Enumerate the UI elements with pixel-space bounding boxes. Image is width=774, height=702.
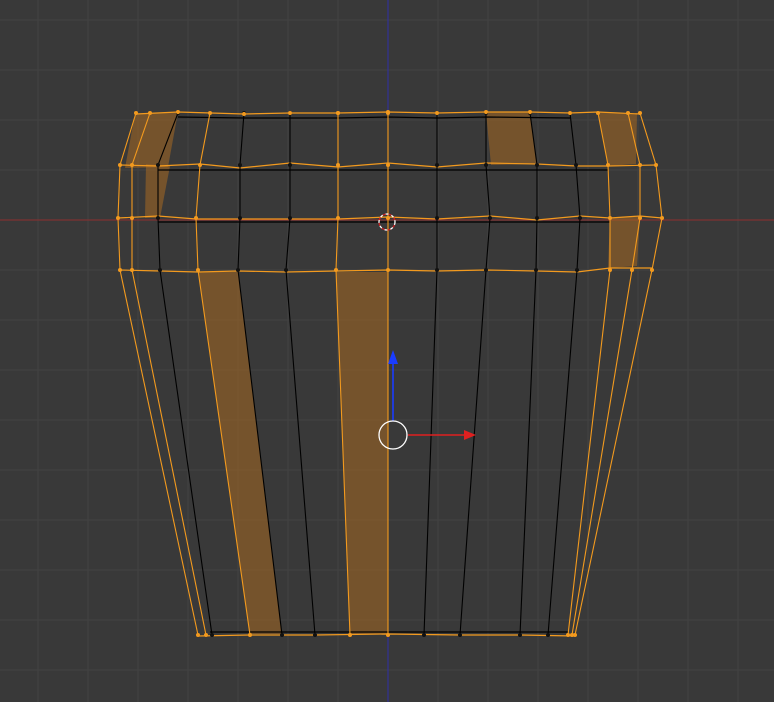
mesh-edge[interactable] (157, 112, 213, 636)
mesh-vertex[interactable] (435, 163, 439, 167)
mesh-vertex[interactable] (196, 633, 200, 637)
selected-face[interactable] (336, 272, 388, 634)
mesh-vertex[interactable] (566, 633, 570, 637)
mesh-vertex[interactable] (288, 111, 292, 115)
selected-faces[interactable] (125, 112, 640, 634)
mesh-edge[interactable] (131, 112, 207, 636)
mesh-edge[interactable] (423, 113, 438, 636)
mesh-vertex[interactable] (638, 216, 642, 220)
mesh-vertex[interactable] (288, 163, 292, 167)
mesh-vertex[interactable] (148, 111, 152, 115)
mesh-vertex[interactable] (280, 633, 284, 637)
mesh-vertex[interactable] (518, 633, 522, 637)
viewport-canvas[interactable] (0, 0, 774, 702)
mesh-verticals (117, 112, 663, 636)
mesh-vertex[interactable] (118, 163, 122, 167)
mesh-vertex[interactable] (638, 111, 642, 115)
mesh-vertex[interactable] (386, 633, 390, 637)
rim-top-inner-ring (177, 116, 571, 119)
selected-face[interactable] (598, 112, 637, 166)
mesh-vertex[interactable] (118, 268, 122, 272)
mesh-vertex[interactable] (660, 216, 664, 220)
mesh-vertex[interactable] (546, 633, 550, 637)
mesh-vertex[interactable] (574, 163, 578, 167)
mesh-vertex[interactable] (336, 111, 340, 115)
mesh-vertex[interactable] (578, 216, 582, 220)
mesh-vertex[interactable] (158, 268, 162, 272)
3d-viewport[interactable] (0, 0, 774, 702)
mesh-edge[interactable] (459, 113, 491, 636)
mesh-vertex[interactable] (176, 110, 180, 114)
mesh-vertex[interactable] (435, 268, 439, 272)
mesh-vertex[interactable] (156, 216, 160, 220)
mesh-vertex[interactable] (484, 110, 488, 114)
mesh-vertex[interactable] (210, 633, 214, 637)
mesh-vertex[interactable] (484, 268, 488, 272)
mesh-vertex[interactable] (435, 111, 439, 115)
mesh-vertex[interactable] (208, 111, 212, 115)
mesh-vertex[interactable] (198, 163, 202, 167)
mesh-vertex[interactable] (528, 110, 532, 114)
mesh-vertex[interactable] (284, 268, 288, 272)
mesh-vertex[interactable] (630, 268, 634, 272)
mesh-vertex[interactable] (116, 216, 120, 220)
mesh-vertex[interactable] (568, 111, 572, 115)
mesh-vertex[interactable] (313, 633, 317, 637)
transform-manipulator[interactable] (378, 350, 476, 450)
mesh-vertex[interactable] (535, 216, 539, 220)
mesh-edge[interactable] (519, 112, 538, 636)
mesh-vertex[interactable] (156, 163, 160, 167)
mesh-vertex[interactable] (134, 111, 138, 115)
mesh-vertex[interactable] (422, 633, 426, 637)
mesh-vertex[interactable] (654, 163, 658, 167)
mesh-vertex[interactable] (488, 216, 492, 220)
mesh-vertex[interactable] (638, 163, 642, 167)
selected-face[interactable] (198, 272, 282, 634)
mesh-vertex[interactable] (242, 112, 246, 116)
mesh-vertex[interactable] (386, 268, 390, 272)
mesh-vertex[interactable] (606, 163, 610, 167)
manipulator-z-arrow-icon[interactable] (388, 350, 398, 364)
mesh-vertex[interactable] (194, 216, 198, 220)
mesh-vertex[interactable] (288, 216, 292, 220)
mesh-vertex[interactable] (236, 268, 240, 272)
mesh-vertex[interactable] (130, 216, 134, 220)
mesh-vertex[interactable] (435, 216, 439, 220)
mesh-vertex[interactable] (596, 111, 600, 115)
mesh-vertex[interactable] (458, 633, 462, 637)
mesh-vertex[interactable] (484, 163, 488, 167)
mesh-vertex[interactable] (336, 163, 340, 167)
mesh-vertex[interactable] (130, 268, 134, 272)
mesh-vertex[interactable] (626, 111, 630, 115)
mesh-vertex[interactable] (204, 633, 208, 637)
mesh-vertex[interactable] (238, 163, 242, 167)
mesh-edge[interactable] (567, 112, 611, 636)
mesh-vertex[interactable] (196, 268, 200, 272)
mesh-vertex[interactable] (608, 216, 612, 220)
mesh-vertex[interactable] (386, 110, 390, 114)
mesh-vertex[interactable] (248, 633, 252, 637)
bucket-mesh[interactable] (116, 110, 664, 637)
mesh-vertex[interactable] (534, 268, 538, 272)
mesh-edge[interactable] (547, 112, 581, 636)
mesh-vertex[interactable] (336, 216, 340, 220)
mesh-edge[interactable] (285, 113, 316, 636)
mesh-vertex[interactable] (386, 216, 390, 220)
selected-face[interactable] (608, 216, 640, 268)
mesh-vertex[interactable] (573, 633, 577, 637)
selected-face[interactable] (486, 112, 537, 165)
mesh-vertex[interactable] (535, 163, 539, 167)
mesh-vertex[interactable] (348, 633, 352, 637)
mesh-vertex[interactable] (608, 268, 612, 272)
mesh-vertex[interactable] (386, 163, 390, 167)
mesh-vertex[interactable] (650, 268, 654, 272)
mesh-vertex[interactable] (334, 268, 338, 272)
mesh-rings (117, 111, 663, 637)
mesh-vertex[interactable] (130, 163, 134, 167)
mesh-vertex[interactable] (238, 216, 242, 220)
mesh-vertex[interactable] (575, 268, 579, 272)
